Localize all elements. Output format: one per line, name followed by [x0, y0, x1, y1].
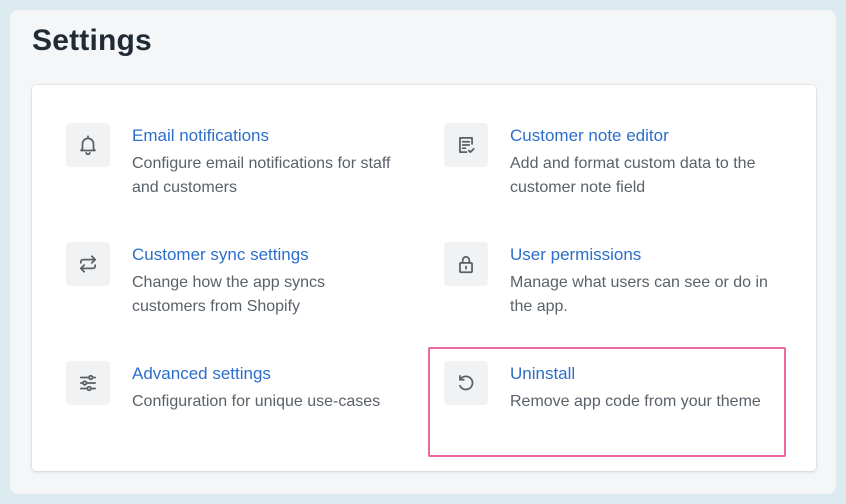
setting-title[interactable]: Customer sync settings: [132, 245, 396, 265]
setting-description: Add and format custom data to the custom…: [510, 155, 756, 196]
setting-description: Configure email notifications for staff …: [132, 155, 391, 196]
setting-description: Manage what users can see or do in the a…: [510, 274, 768, 315]
setting-title[interactable]: Email notifications: [132, 126, 396, 146]
setting-advanced[interactable]: Advanced settings Configuration for uniq…: [52, 349, 408, 457]
setting-description: Remove app code from your theme: [510, 393, 761, 410]
setting-user-permissions[interactable]: User permissions Manage what users can s…: [430, 230, 786, 338]
lock-icon: [444, 242, 488, 286]
setting-title[interactable]: Uninstall: [510, 364, 774, 384]
setting-description: Change how the app syncs customers from …: [132, 274, 326, 315]
setting-title[interactable]: User permissions: [510, 245, 774, 265]
setting-customer-note-editor[interactable]: Customer note editor Add and format cust…: [430, 111, 786, 219]
note-edit-icon: [444, 123, 488, 167]
setting-customer-sync[interactable]: Customer sync settings Change how the ap…: [52, 230, 408, 338]
setting-title[interactable]: Advanced settings: [132, 364, 396, 384]
setting-description: Configuration for unique use-cases: [132, 393, 381, 410]
settings-window: Settings Email notifications Configure e…: [10, 10, 836, 494]
bell-icon: [66, 123, 110, 167]
sliders-icon: [66, 361, 110, 405]
page-title: Settings: [32, 24, 152, 57]
setting-title[interactable]: Customer note editor: [510, 126, 774, 146]
setting-email-notifications[interactable]: Email notifications Configure email noti…: [52, 111, 408, 219]
setting-uninstall[interactable]: Uninstall Remove app code from your them…: [428, 347, 786, 457]
settings-card: Email notifications Configure email noti…: [32, 85, 816, 471]
undo-icon: [444, 361, 488, 405]
sync-icon: [66, 242, 110, 286]
